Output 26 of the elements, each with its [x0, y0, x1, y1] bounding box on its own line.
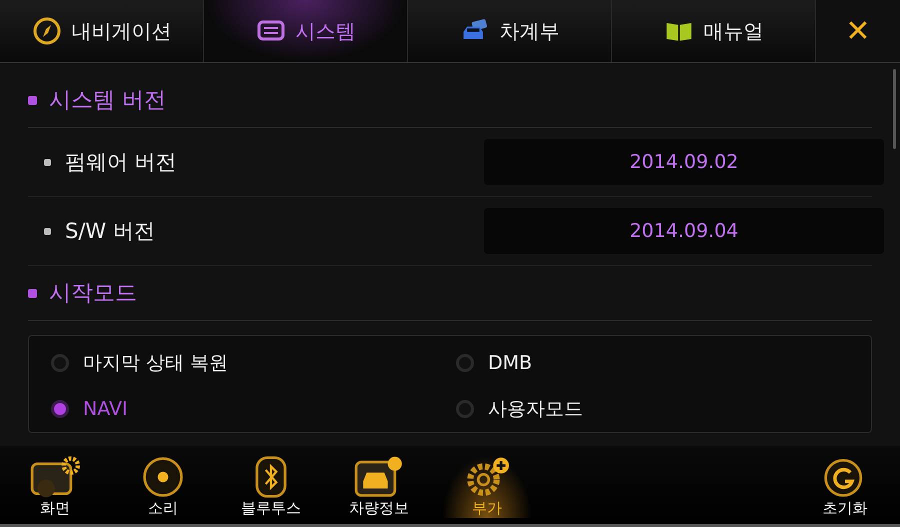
field-label: 펌웨어 버전 [65, 149, 178, 176]
dock-button[interactable]: 초기화 [800, 455, 890, 518]
radio-option[interactable]: 마지막 상태 복원 [45, 340, 450, 386]
section-title: 시작모드 [49, 280, 137, 308]
tab[interactable]: 차계부 [408, 0, 612, 62]
dock-button[interactable]: 부가 [442, 455, 532, 518]
compass-icon [32, 16, 62, 46]
version-value: 2014.09.02 [484, 139, 884, 185]
bullet-icon [28, 96, 37, 104]
bullet-icon [28, 288, 37, 298]
dock-button[interactable]: 블루투스 [226, 455, 316, 518]
field-label: S/W 버전 [65, 218, 156, 245]
tab[interactable]: 내비게이션 [0, 0, 204, 62]
radio-option[interactable]: 사용자모드 [450, 386, 855, 432]
tab[interactable]: 매뉴얼 [612, 0, 816, 62]
tab[interactable]: 시스템 [204, 0, 408, 62]
bullet-icon [44, 228, 51, 234]
section-title: 시스템 버전 [49, 87, 166, 115]
radio-option[interactable]: NAVI [45, 386, 450, 432]
radio-option[interactable]: DMB [450, 340, 855, 386]
dock-button[interactable]: 차량정보 [334, 455, 424, 518]
dock-button[interactable]: 소리 [118, 455, 208, 518]
dock-button[interactable]: 화면 [10, 455, 100, 518]
close-button[interactable]: ✕ [816, 0, 900, 62]
version-value: 2014.09.04 [484, 208, 884, 254]
bullet-icon [44, 158, 51, 166]
